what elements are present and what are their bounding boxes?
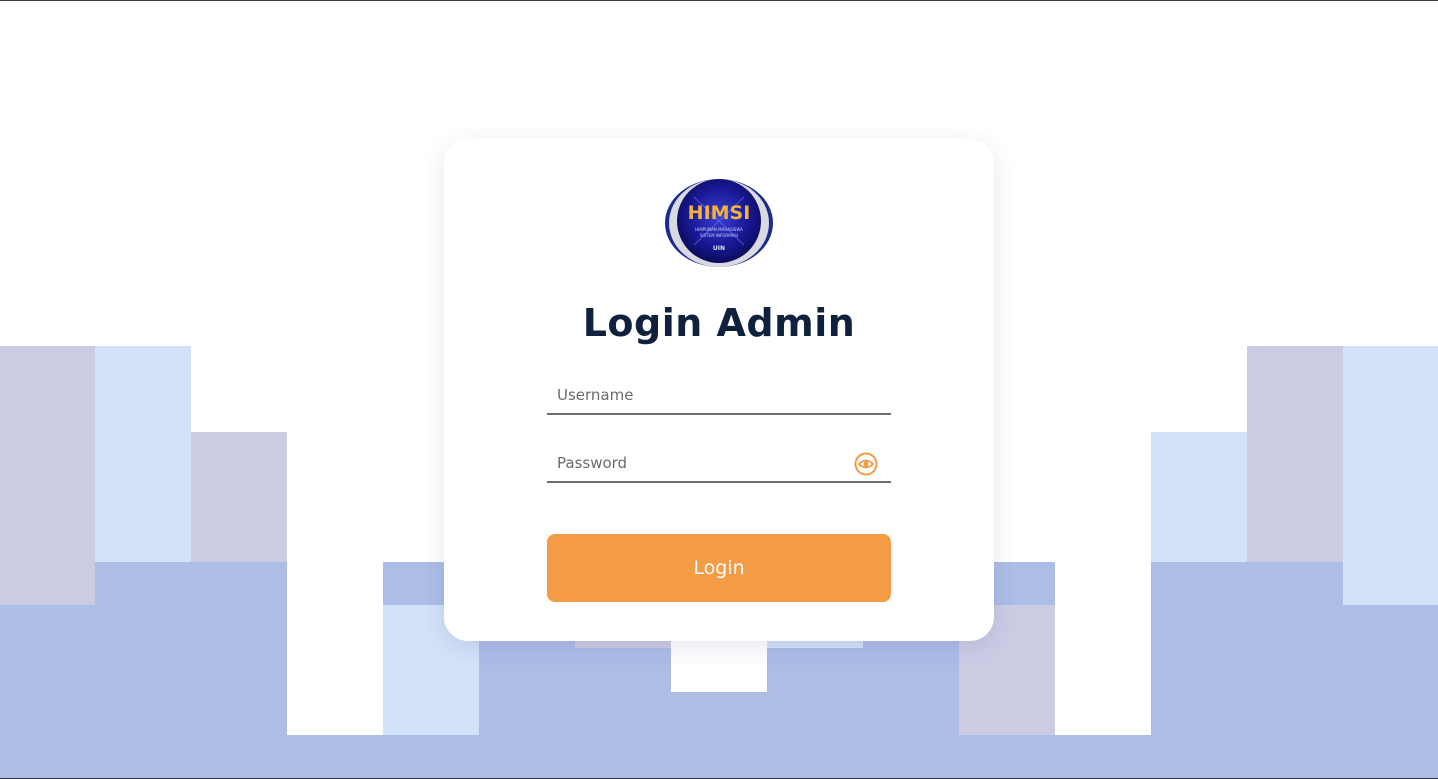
page-title: Login Admin: [582, 301, 856, 345]
password-input[interactable]: [547, 445, 891, 481]
login-page: HIMSI HIMPUNAN MAHASISWA SISTEM INFORMAS…: [0, 0, 1438, 779]
login-button[interactable]: Login: [547, 534, 891, 602]
login-card: HIMSI HIMPUNAN MAHASISWA SISTEM INFORMAS…: [444, 139, 994, 641]
svg-text:UIN: UIN: [713, 245, 725, 252]
password-field: [547, 445, 891, 483]
eye-icon[interactable]: [853, 452, 879, 476]
svg-text:SISTEM INFORMASI: SISTEM INFORMASI: [700, 233, 738, 238]
svg-text:HIMPUNAN MAHASISWA: HIMPUNAN MAHASISWA: [695, 227, 743, 232]
svg-text:HIMSI: HIMSI: [688, 202, 751, 224]
username-input[interactable]: [547, 377, 891, 413]
himsi-logo: HIMSI HIMPUNAN MAHASISWA SISTEM INFORMAS…: [665, 179, 773, 267]
username-field: [547, 377, 891, 415]
